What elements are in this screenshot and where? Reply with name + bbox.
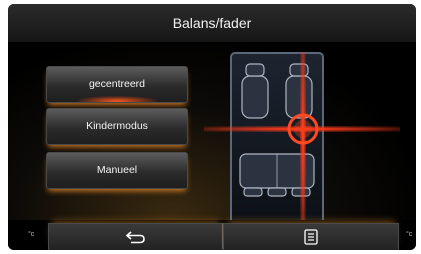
mode-label: Kindermodus xyxy=(86,120,148,132)
content-area: gecentreerd Kindermodus Manueel xyxy=(8,42,416,224)
bottom-bar: °c °c xyxy=(8,220,416,250)
mode-label: gecentreerd xyxy=(88,78,146,90)
back-button[interactable] xyxy=(48,223,224,250)
mode-button-gecentreerd[interactable]: gecentreerd xyxy=(46,66,188,103)
audio-screen: Balans/fader gecentreerd Kindermodus Man… xyxy=(8,4,416,250)
mode-label: Manueel xyxy=(96,164,138,176)
balance-center-fill xyxy=(294,120,312,138)
title-bar: Balans/fader xyxy=(8,4,416,43)
selected-glow xyxy=(77,96,157,102)
back-arrow-icon xyxy=(125,231,145,244)
temperature-unit-left: °c xyxy=(28,231,35,238)
menu-list-icon xyxy=(304,229,318,245)
menu-button[interactable] xyxy=(223,223,399,250)
balance-crosshair[interactable] xyxy=(204,52,400,222)
page-title: Balans/fader xyxy=(172,15,252,31)
temperature-unit-right: °c xyxy=(406,231,413,238)
mode-button-manueel[interactable]: Manueel xyxy=(46,152,188,189)
mode-button-kindermodus[interactable]: Kindermodus xyxy=(46,108,188,145)
